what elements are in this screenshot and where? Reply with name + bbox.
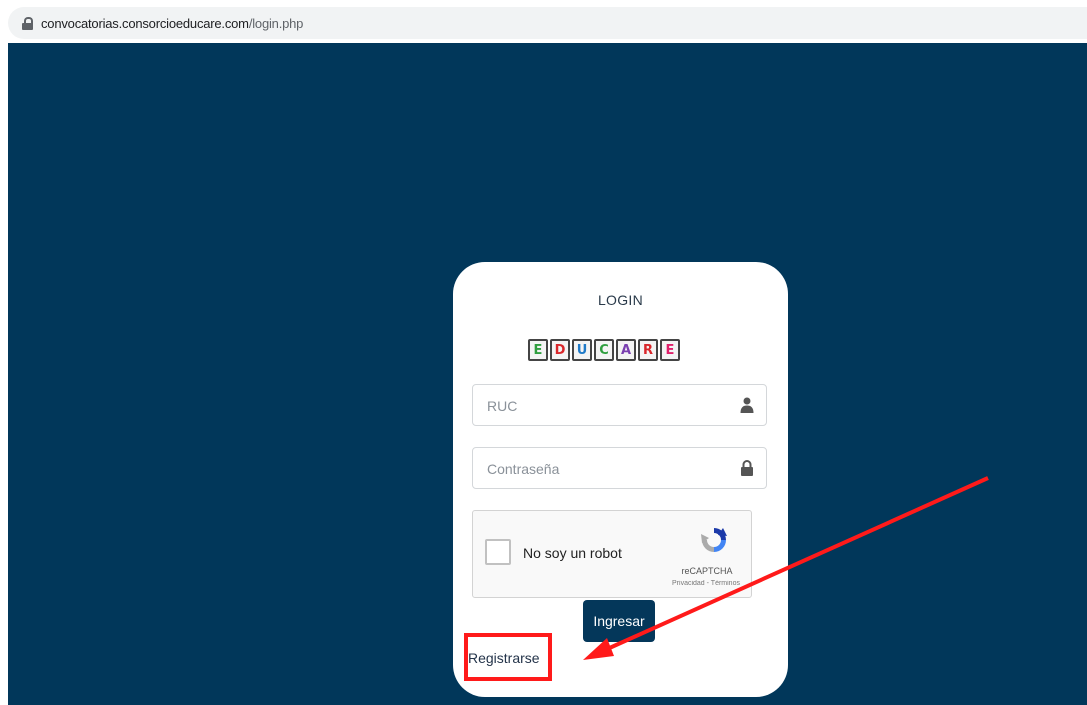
lock-icon (741, 460, 753, 476)
ruc-field-wrapper (472, 384, 767, 427)
lock-icon (22, 16, 33, 30)
logo-block-0: E (528, 339, 548, 361)
password-field-wrapper (472, 447, 767, 490)
url-text[interactable]: convocatorias.consorcioeducare.com/login… (41, 16, 303, 31)
login-button[interactable]: Ingresar (583, 600, 655, 642)
register-highlight-box (464, 633, 552, 681)
login-card: LOGIN EDUCARE No soy un robot (453, 262, 788, 697)
educare-logo: EDUCARE (528, 339, 680, 361)
password-input[interactable] (485, 448, 729, 490)
recaptcha-terms[interactable]: Privacidad - Términos (661, 580, 751, 587)
recaptcha-checkbox[interactable] (485, 539, 511, 565)
recaptcha-brand: reCAPTCHA (681, 566, 733, 576)
logo-block-4: A (616, 339, 636, 361)
logo-block-5: R (638, 339, 658, 361)
ruc-input[interactable] (485, 385, 729, 427)
user-icon (740, 397, 754, 413)
page-background: LOGIN EDUCARE No soy un robot (8, 43, 1087, 705)
recaptcha-label: No soy un robot (523, 545, 622, 561)
url-path: /login.php (248, 15, 304, 31)
login-title: LOGIN (597, 292, 644, 308)
logo-block-1: D (550, 339, 570, 361)
recaptcha-logo-icon (701, 528, 727, 552)
logo-block-2: U (572, 339, 592, 361)
recaptcha-widget: No soy un robot reCAPTCHA Privacidad - T… (472, 510, 752, 598)
url-domain: convocatorias.consorcioeducare.com (41, 15, 249, 31)
logo-block-6: E (660, 339, 680, 361)
logo-block-3: C (594, 339, 614, 361)
address-bar[interactable]: convocatorias.consorcioeducare.com/login… (8, 7, 1087, 39)
